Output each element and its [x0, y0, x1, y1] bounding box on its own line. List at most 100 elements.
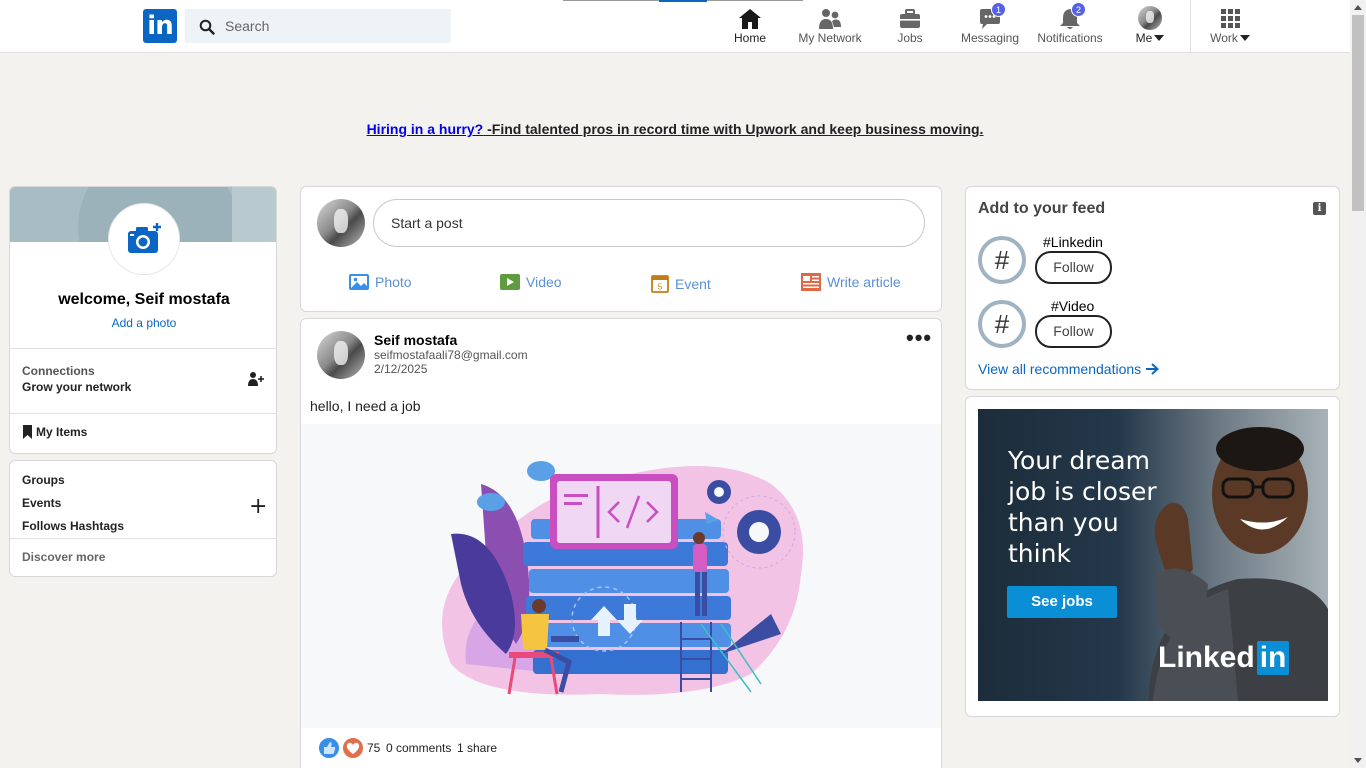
- post-body-text: hello, I need a job: [310, 398, 421, 414]
- nav-messaging-label: Messaging: [960, 31, 1020, 45]
- reaction-count[interactable]: 75: [367, 741, 380, 755]
- add-event-icon[interactable]: +: [249, 496, 267, 518]
- post-image[interactable]: [301, 424, 941, 728]
- view-all-label: View all recommendations: [978, 361, 1142, 377]
- comment-count[interactable]: 0 comments: [386, 741, 451, 755]
- page-scrollbar[interactable]: [1350, 0, 1366, 768]
- notifications-badge: 2: [1071, 2, 1086, 17]
- ad-line: than you: [1008, 508, 1119, 537]
- post-author-avatar[interactable]: [317, 331, 365, 379]
- discover-more-link[interactable]: Discover more: [22, 550, 105, 564]
- nav-jobs-label: Jobs: [897, 31, 923, 45]
- event-label: Event: [675, 276, 711, 292]
- promo-link[interactable]: Hiring in a hurry?: [367, 121, 484, 137]
- linkedin-logo[interactable]: in: [143, 9, 177, 43]
- post-author-email: seifmostafaali78@gmail.com: [374, 348, 528, 362]
- article-label: Write article: [827, 274, 901, 290]
- share-video-button[interactable]: Video: [500, 273, 562, 295]
- add-to-feed-card: Add to your feed i # #Linkedin Follow # …: [965, 186, 1340, 390]
- scroll-up-arrow-icon[interactable]: [1354, 5, 1362, 10]
- nav-divider: [1190, 0, 1191, 53]
- nav-me[interactable]: Me: [1125, 6, 1175, 50]
- events-link[interactable]: Events: [22, 496, 61, 510]
- share-article-button[interactable]: Write article: [801, 273, 901, 295]
- divider: [10, 538, 276, 539]
- welcome-heading: welcome, Seif mostafa: [58, 291, 230, 308]
- communities-card: Groups Events + Follows Hashtags Discove…: [9, 460, 277, 577]
- promo-banner: Hiring in a hurry? -Find talented pros i…: [0, 121, 1350, 137]
- briefcase-icon: [900, 9, 920, 28]
- like-reaction-icon[interactable]: [318, 737, 340, 759]
- nav-home[interactable]: Home: [720, 6, 780, 50]
- nav-my-network[interactable]: My Network: [790, 6, 870, 50]
- view-all-recommendations-link[interactable]: View all recommendations: [978, 361, 1160, 377]
- user-avatar[interactable]: [317, 199, 365, 247]
- hashtag-icon: #: [978, 236, 1026, 284]
- nav-notifications[interactable]: 2 Notifications: [1033, 2, 1107, 50]
- promo-text[interactable]: -Find talented pros in record time with …: [483, 121, 983, 137]
- divider: [10, 413, 276, 414]
- nav-messaging[interactable]: 1 Messaging: [955, 2, 1025, 50]
- ad-line: Your dream: [1008, 446, 1150, 475]
- follows-hashtags-link[interactable]: Follows Hashtags: [22, 519, 124, 533]
- grow-network-link[interactable]: Grow your network: [22, 380, 131, 394]
- nav-my-network-label: My Network: [798, 31, 862, 45]
- info-icon[interactable]: i: [1313, 202, 1326, 215]
- search-input[interactable]: [225, 9, 445, 43]
- share-box: Start a post Photo Video 5 Event Write a…: [300, 186, 942, 312]
- nav-work-label: Work: [1200, 31, 1260, 45]
- arrow-right-icon: [1146, 363, 1160, 375]
- chevron-down-icon: [1154, 35, 1165, 41]
- profile-card: welcome, Seif mostafa Add a photo Connec…: [9, 186, 277, 454]
- share-photo-button[interactable]: Photo: [349, 273, 412, 295]
- logo-word: Linked: [1158, 641, 1255, 674]
- search-icon: [199, 19, 215, 35]
- job-ad-headline: Your dream job is closer than you think: [1008, 445, 1168, 569]
- start-post-input[interactable]: Start a post: [373, 199, 925, 247]
- see-jobs-button[interactable]: See jobs: [1007, 586, 1117, 618]
- ad-line: think: [1008, 539, 1071, 568]
- hashtag-icon: #: [978, 300, 1026, 348]
- nav-jobs[interactable]: Jobs: [880, 6, 940, 50]
- nav-notifications-label: Notifications: [1037, 31, 1103, 45]
- cover-shape: [232, 187, 276, 242]
- add-photo-link[interactable]: Add a photo: [10, 316, 276, 330]
- scrollbar-thumb[interactable]: [1352, 15, 1364, 211]
- nav-me-label: Me: [1125, 31, 1175, 45]
- event-calendar-icon: 5: [651, 275, 669, 293]
- add-photo-camera-icon: [128, 223, 161, 253]
- add-to-feed-title: Add to your feed: [978, 200, 1106, 217]
- top-navigation-bar: in Home My Network Jobs: [0, 0, 1350, 53]
- profile-photo-placeholder[interactable]: [108, 203, 180, 275]
- job-ad-image[interactable]: Your dream job is closer than you think …: [978, 409, 1328, 701]
- love-reaction-icon[interactable]: [342, 737, 364, 759]
- job-ad-card: Your dream job is closer than you think …: [965, 396, 1340, 717]
- connections-label[interactable]: Connections: [22, 364, 95, 378]
- post-date: 2/12/2025: [374, 362, 428, 376]
- top-strip: [707, 0, 803, 1]
- messaging-badge: 1: [991, 2, 1006, 17]
- share-event-button[interactable]: 5 Event: [651, 273, 711, 295]
- scroll-down-arrow-icon[interactable]: [1354, 758, 1362, 763]
- me-avatar: [1138, 6, 1162, 30]
- event-day-number: 5: [658, 283, 663, 292]
- post-more-options-icon[interactable]: •••: [906, 327, 932, 349]
- hashtag-name[interactable]: #Linkedin: [1043, 234, 1103, 250]
- groups-link[interactable]: Groups: [22, 473, 65, 487]
- follow-button[interactable]: Follow: [1035, 251, 1112, 284]
- hashtag-name[interactable]: #Video: [1051, 298, 1094, 314]
- post-author-name[interactable]: Seif mostafa: [374, 332, 457, 348]
- article-icon: [801, 273, 821, 291]
- follow-button[interactable]: Follow: [1035, 315, 1112, 348]
- ad-line: job is closer: [1008, 477, 1157, 506]
- search-box[interactable]: [185, 9, 451, 43]
- share-count[interactable]: 1 share: [457, 741, 497, 755]
- add-connection-icon[interactable]: [248, 371, 264, 387]
- nav-home-label: Home: [733, 31, 766, 45]
- grid-icon: [1221, 9, 1240, 28]
- people-icon: [819, 9, 841, 29]
- bookmark-icon: [23, 425, 32, 439]
- my-items-link[interactable]: My Items: [22, 425, 87, 439]
- nav-work[interactable]: Work: [1200, 6, 1260, 50]
- photo-label: Photo: [375, 274, 412, 290]
